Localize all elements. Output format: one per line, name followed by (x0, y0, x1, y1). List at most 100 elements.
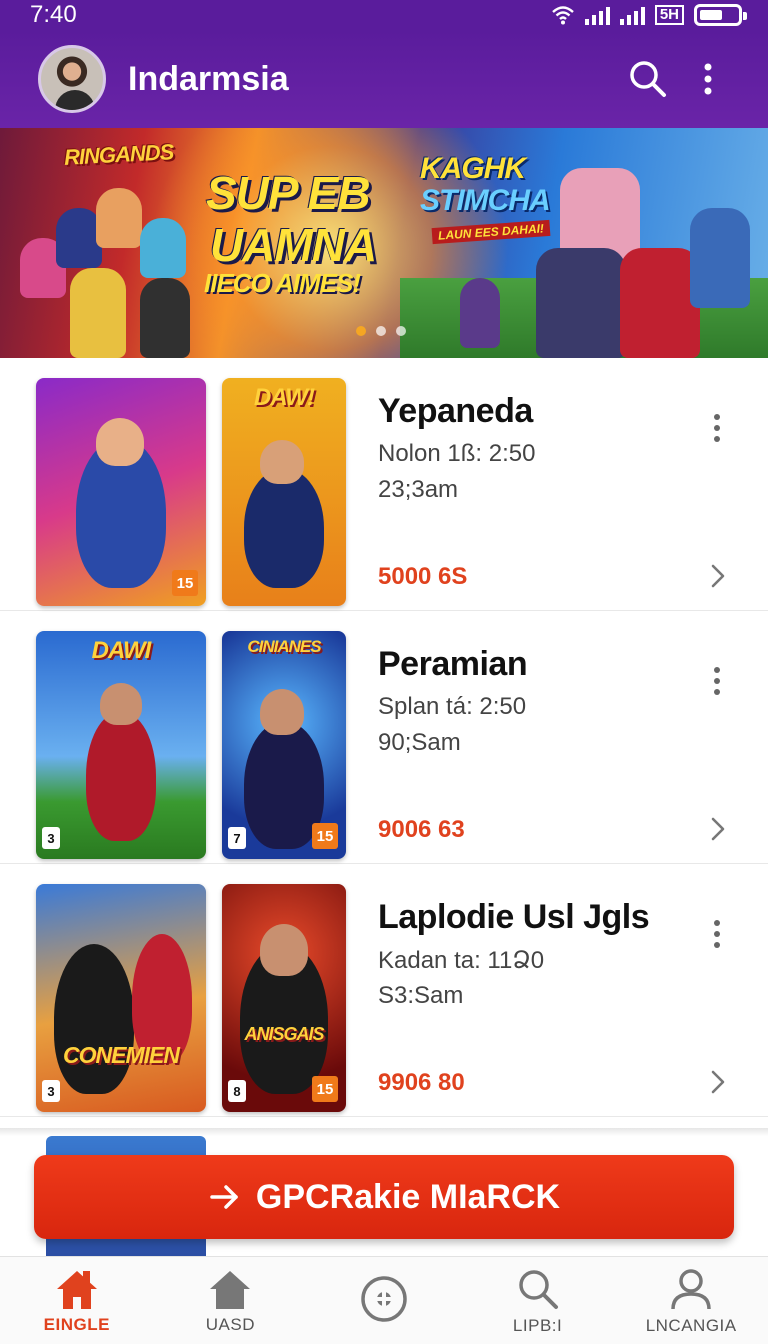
thumbnail-b[interactable]: DAW! (222, 378, 346, 606)
list-item[interactable]: CONEMIEN 3 ANISGAIS 15 8 Laplodie Usl Jg… (0, 864, 768, 1117)
thumbnail-figure (260, 924, 308, 976)
nav-label: EINGLE (43, 1314, 110, 1334)
item-price: 5000 6S (378, 563, 468, 590)
age-rating-badge: 15 (172, 570, 198, 596)
thumbnail-figure (260, 689, 304, 735)
item-title[interactable]: Yepaneda (378, 392, 533, 431)
bottom-nav: EINGLE UASD LIPB:I LNCANGIA (0, 1256, 768, 1344)
thumbnail-figure (244, 468, 324, 588)
item-price: 9006 63 (378, 816, 465, 843)
thumbnail-figure (100, 683, 142, 725)
nav-item-search[interactable]: LIPB:I (461, 1257, 615, 1344)
search-icon (518, 1269, 558, 1309)
more-vertical-icon[interactable] (700, 914, 734, 954)
list-item[interactable]: DAWI 3 CINIANES 15 7 Peramian Splan tá: … (0, 611, 768, 864)
age-rating-badge: 3 (42, 1080, 60, 1102)
signal-icon (584, 5, 610, 25)
compass-icon (361, 1275, 407, 1322)
item-meta: Kadan ta: 11Ձ0 (378, 947, 545, 974)
nav-item-uasd[interactable]: UASD (154, 1257, 308, 1344)
status-bar: 7:40 5H (0, 0, 768, 30)
battery-icon (694, 4, 747, 26)
more-vertical-icon (704, 63, 712, 95)
banner-headline-1: SUP EB (206, 167, 371, 219)
nav-label: UASD (205, 1314, 255, 1334)
nav-item-explore[interactable] (307, 1257, 461, 1344)
age-rating-badge: 3 (42, 827, 60, 849)
thumbnail-a[interactable]: CONEMIEN 3 (36, 884, 206, 1112)
search-icon (630, 61, 666, 97)
avatar[interactable] (38, 45, 106, 113)
banner-character (460, 278, 500, 348)
item-meta: Nolon 1ß: 2:50 (378, 440, 536, 467)
app-title: Indarmsia (128, 59, 289, 98)
wifi-icon (552, 6, 574, 25)
thumbnail-a[interactable]: DAWI 3 (36, 631, 206, 859)
item-title[interactable]: Laplodie Usl Jgls (378, 898, 650, 937)
banner-character (690, 208, 750, 308)
nav-item-profile[interactable]: LNCANGIA (614, 1257, 768, 1344)
banner-tag-1: KAGHK (420, 152, 526, 185)
age-rating-badge: 7 (228, 827, 246, 849)
status-icons: 5H (551, 4, 747, 26)
promo-banner[interactable]: RINGANDS SUP EB UAMNA IIECO AIMES! KAGHK… (0, 128, 768, 358)
thumbnail-b[interactable]: CINIANES 15 7 (222, 631, 346, 859)
banner-tag-2: STIMCHA (420, 184, 551, 217)
app-bar: Indarmsia (0, 30, 768, 128)
thumbnail-a[interactable]: 15 (36, 378, 206, 606)
chevron-right-icon[interactable] (704, 560, 732, 592)
banner-character (140, 218, 186, 278)
banner-subline: IIECO AIMES! (204, 268, 361, 298)
carousel-dot[interactable] (376, 326, 386, 336)
thumbnail-logo: CINIANES (247, 637, 321, 656)
thumbnail-logo: ANISGAIS (244, 1024, 324, 1044)
item-meta: 23;3am (378, 476, 459, 503)
banner-character (70, 268, 126, 358)
thumbnail-logo: DAWI (91, 637, 152, 664)
nav-item-home[interactable]: EINGLE (0, 1257, 154, 1344)
nav-label: LIPB:I (512, 1315, 563, 1335)
age-rating-badge: 15 (312, 823, 338, 849)
home-icon (210, 1270, 251, 1309)
banner-character (96, 188, 142, 248)
banner-character (620, 248, 700, 358)
game-list: 15 DAW! Yepaneda Nolon 1ß: 2:50 23;3am 5… (0, 358, 768, 1117)
nav-label: LNCANGIA (645, 1315, 737, 1335)
network-badge: 5H (654, 5, 684, 25)
more-vertical-icon[interactable] (700, 408, 734, 448)
more-button[interactable] (678, 49, 738, 109)
status-time: 7:40 (30, 1, 77, 28)
banner-character (140, 278, 190, 358)
item-meta: S3:Sam (378, 982, 464, 1009)
primary-cta-button[interactable]: GPCRakie MIaRCK (34, 1155, 734, 1239)
age-rating-badge: 15 (312, 1076, 338, 1102)
item-title[interactable]: Peramian (378, 645, 528, 684)
signal-icon-2 (619, 5, 645, 25)
banner-headline-2: UAMNA (210, 219, 377, 271)
item-price: 9906 80 (378, 1069, 465, 1096)
carousel-dot[interactable] (356, 326, 366, 336)
thumbnail-figure (54, 944, 134, 1094)
thumbnail-b[interactable]: ANISGAIS 15 8 (222, 884, 346, 1112)
thumbnail-logo: DAW! (254, 384, 315, 411)
item-meta: Splan tá: 2:50 (378, 693, 527, 720)
search-button[interactable] (618, 49, 678, 109)
thumbnail-figure (86, 711, 156, 841)
banner-character (536, 248, 626, 358)
arrow-right-icon (210, 1185, 238, 1209)
thumbnail-figure (96, 418, 144, 466)
home-filled-icon (56, 1270, 97, 1309)
item-meta: 90;Sam (378, 729, 461, 756)
thumbnail-figure (260, 440, 304, 484)
chevron-right-icon[interactable] (704, 813, 732, 845)
list-divider (0, 1128, 768, 1136)
carousel-dot[interactable] (396, 326, 406, 336)
chevron-right-icon[interactable] (704, 1066, 732, 1098)
banner-brand: RINGANDS (63, 139, 174, 170)
cta-label: GPCRakie MIaRCK (255, 1177, 561, 1216)
list-item[interactable]: 15 DAW! Yepaneda Nolon 1ß: 2:50 23;3am 5… (0, 358, 768, 611)
more-vertical-icon[interactable] (700, 661, 734, 701)
app-screen: 7:40 5H Indarmsia RINGANDS SUP EB UAMNA … (0, 0, 768, 1344)
age-rating-badge: 8 (228, 1080, 246, 1102)
profile-icon (671, 1268, 711, 1309)
